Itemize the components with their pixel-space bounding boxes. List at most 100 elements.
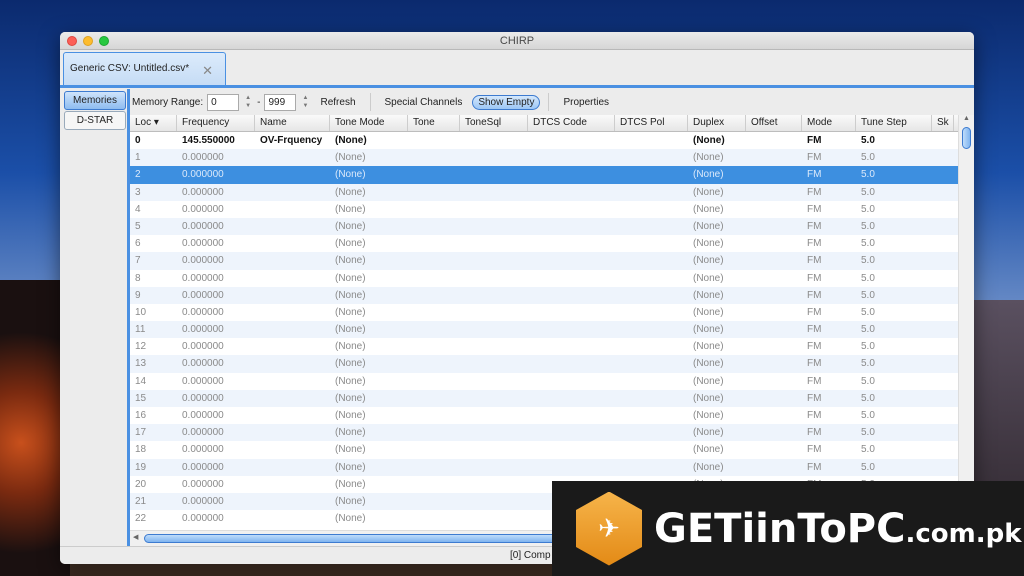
table-cell[interactable]	[460, 287, 528, 304]
table-cell[interactable]	[528, 373, 615, 390]
table-cell[interactable]	[255, 149, 330, 166]
table-cell[interactable]	[746, 373, 802, 390]
table-row[interactable]: 14 0.000000 (None) (None) FM 5.0	[130, 373, 974, 390]
table-cell[interactable]	[746, 441, 802, 458]
table-cell[interactable]: (None)	[330, 493, 408, 510]
table-cell[interactable]	[255, 373, 330, 390]
table-cell[interactable]	[460, 201, 528, 218]
table-cell[interactable]	[528, 441, 615, 458]
table-cell[interactable]: FM	[802, 201, 856, 218]
table-cell[interactable]	[408, 218, 460, 235]
tab-memories[interactable]: Memories	[64, 91, 126, 110]
tab-dstar[interactable]: D-STAR	[64, 111, 126, 130]
table-cell[interactable]	[615, 166, 688, 183]
table-cell[interactable]: 0.000000	[177, 166, 255, 183]
table-cell[interactable]: 5.0	[856, 424, 932, 441]
table-cell[interactable]	[408, 235, 460, 252]
table-cell[interactable]	[460, 270, 528, 287]
table-cell[interactable]	[255, 304, 330, 321]
table-row[interactable]: 6 0.000000 (None) (None) FM 5.0	[130, 235, 974, 252]
table-cell[interactable]	[408, 132, 460, 149]
table-cell[interactable]: FM	[802, 304, 856, 321]
table-cell[interactable]: (None)	[688, 407, 746, 424]
table-cell[interactable]	[408, 184, 460, 201]
table-cell[interactable]	[408, 149, 460, 166]
table-cell[interactable]	[528, 184, 615, 201]
table-row[interactable]: 4 0.000000 (None) (None) FM 5.0	[130, 201, 974, 218]
table-cell[interactable]: 7	[130, 252, 177, 269]
table-cell[interactable]	[255, 510, 330, 527]
table-cell[interactable]	[615, 321, 688, 338]
vertical-scrollbar[interactable]: ▲	[958, 115, 974, 530]
table-cell[interactable]: FM	[802, 149, 856, 166]
table-row[interactable]: 7 0.000000 (None) (None) FM 5.0	[130, 252, 974, 270]
table-cell[interactable]	[408, 441, 460, 458]
close-tab-icon[interactable]: ✕	[202, 63, 213, 79]
table-cell[interactable]	[460, 149, 528, 166]
table-cell[interactable]	[932, 373, 954, 390]
table-cell[interactable]: (None)	[330, 166, 408, 183]
table-cell[interactable]: FM	[802, 321, 856, 338]
table-row[interactable]: 8 0.000000 (None) (None) FM 5.0	[130, 270, 974, 287]
table-cell[interactable]: 0.000000	[177, 201, 255, 218]
table-cell[interactable]: 5.0	[856, 235, 932, 252]
table-cell[interactable]: (None)	[688, 338, 746, 355]
table-cell[interactable]: (None)	[688, 424, 746, 441]
table-cell[interactable]: (None)	[330, 510, 408, 527]
table-cell[interactable]	[460, 510, 528, 527]
table-cell[interactable]	[746, 459, 802, 476]
table-cell[interactable]: 0.000000	[177, 218, 255, 235]
table-cell[interactable]	[408, 390, 460, 407]
column-header[interactable]: Sk	[932, 115, 954, 131]
column-header[interactable]: DTCS Pol	[615, 115, 688, 131]
table-cell[interactable]	[932, 424, 954, 441]
table-cell[interactable]: (None)	[688, 201, 746, 218]
table-cell[interactable]: 5.0	[856, 201, 932, 218]
table-cell[interactable]	[528, 235, 615, 252]
table-cell[interactable]	[408, 201, 460, 218]
table-cell[interactable]: 1	[130, 149, 177, 166]
table-cell[interactable]	[255, 252, 330, 269]
table-cell[interactable]: 0.000000	[177, 355, 255, 372]
table-cell[interactable]: 5.0	[856, 184, 932, 201]
table-cell[interactable]: (None)	[330, 321, 408, 338]
table-cell[interactable]	[746, 252, 802, 269]
table-cell[interactable]	[746, 184, 802, 201]
table-cell[interactable]	[615, 459, 688, 476]
table-cell[interactable]	[460, 132, 528, 149]
table-cell[interactable]: 5.0	[856, 218, 932, 235]
table-cell[interactable]: (None)	[330, 459, 408, 476]
column-header[interactable]: Tune Step	[856, 115, 932, 131]
table-cell[interactable]: (None)	[330, 407, 408, 424]
table-cell[interactable]	[255, 355, 330, 372]
table-cell[interactable]	[528, 424, 615, 441]
zoom-window-button[interactable]	[99, 36, 109, 46]
table-cell[interactable]: 5.0	[856, 355, 932, 372]
table-cell[interactable]	[615, 270, 688, 287]
table-cell[interactable]	[615, 287, 688, 304]
table-row[interactable]: 5 0.000000 (None) (None) FM 5.0	[130, 217, 974, 236]
table-cell[interactable]	[932, 184, 954, 201]
table-cell[interactable]: 5.0	[856, 149, 932, 166]
table-cell[interactable]	[932, 149, 954, 166]
table-row[interactable]: 3 0.000000 (None) (None) FM 5.0	[130, 183, 974, 201]
column-header[interactable]: Duplex	[688, 115, 746, 131]
table-cell[interactable]	[615, 252, 688, 269]
table-cell[interactable]	[255, 390, 330, 407]
table-cell[interactable]	[408, 476, 460, 493]
scroll-left-icon[interactable]: ◀	[133, 533, 138, 541]
table-cell[interactable]: (None)	[330, 132, 408, 149]
table-cell[interactable]	[528, 201, 615, 218]
table-cell[interactable]: 145.550000	[177, 132, 255, 149]
table-cell[interactable]	[460, 424, 528, 441]
table-cell[interactable]: 5.0	[856, 407, 932, 424]
scroll-up-icon[interactable]: ▲	[959, 115, 974, 125]
table-cell[interactable]	[460, 166, 528, 183]
table-cell[interactable]: 0.000000	[177, 424, 255, 441]
table-cell[interactable]	[932, 407, 954, 424]
table-cell[interactable]: 8	[130, 270, 177, 287]
table-row[interactable]: 13 0.000000 (None) (None) FM 5.0	[130, 355, 974, 373]
table-cell[interactable]	[746, 166, 802, 183]
table-cell[interactable]: 4	[130, 201, 177, 218]
table-cell[interactable]: (None)	[330, 235, 408, 252]
